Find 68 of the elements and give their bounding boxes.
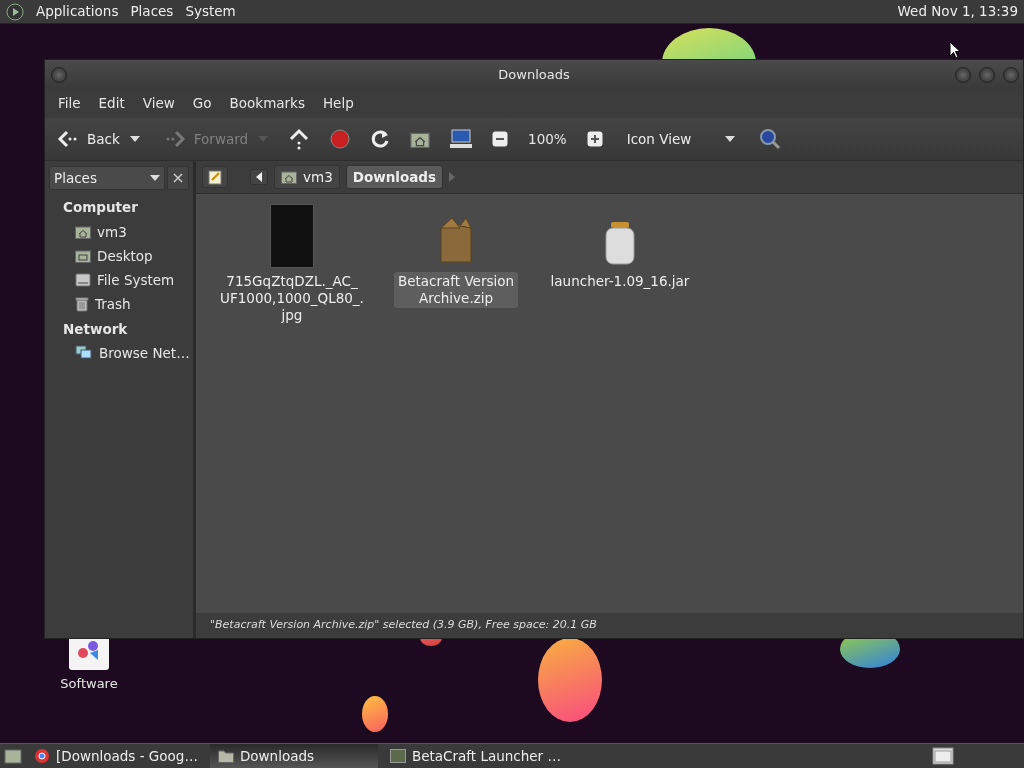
panel-menu[interactable]: Applications <box>36 1 119 22</box>
sidebar-item[interactable]: Browse Net… <box>45 340 193 365</box>
sidebar-heading: Computer <box>62 198 139 218</box>
sidebar-item[interactable]: Desktop <box>45 243 193 268</box>
view-mode-dropdown[interactable]: Icon View <box>622 126 739 152</box>
search-icon[interactable] <box>758 128 781 150</box>
taskbar-item[interactable]: BetaCraft Launcher … <box>381 744 569 768</box>
notepad-icon <box>208 169 222 185</box>
file-name[interactable]: 715GqZtqDZL._AC_ UF1000,1000_QL80_. jpg <box>216 272 368 325</box>
breadcrumb[interactable]: Downloads <box>345 164 443 190</box>
browser-icon <box>34 748 50 764</box>
app-icon <box>389 749 406 763</box>
sidebar-selector[interactable]: Places <box>49 166 165 191</box>
sidebar-heading: Network <box>62 319 129 339</box>
dropdown-caret-icon <box>150 175 160 182</box>
dropdown-caret-icon[interactable] <box>129 136 140 142</box>
window-title: Downloads <box>498 65 570 84</box>
home-folder-icon <box>75 224 91 239</box>
up-arrow-icon[interactable] <box>288 128 311 150</box>
trash-icon <box>75 296 89 312</box>
mouse-pointer-icon <box>949 41 961 59</box>
zoom-in-icon[interactable] <box>586 131 603 147</box>
menu-item[interactable]: File <box>49 93 90 114</box>
file-name[interactable]: launcher-1.09_16.jar <box>546 272 694 291</box>
close-icon <box>173 173 183 184</box>
menu-item[interactable]: Edit <box>89 93 134 114</box>
desktop-icon-label[interactable]: Software <box>60 674 118 694</box>
close-sidebar-button[interactable] <box>167 166 189 191</box>
panel-menu[interactable]: Places <box>130 1 174 22</box>
taskbar-item[interactable]: Downloads <box>209 744 378 768</box>
menu-item[interactable]: View <box>133 93 184 114</box>
reload-icon[interactable] <box>370 129 391 149</box>
minimize-button[interactable] <box>955 66 971 83</box>
network-icon <box>75 345 93 361</box>
dropdown-caret-icon <box>724 136 735 142</box>
zoom-level: 100% <box>528 129 567 149</box>
sidebar-item[interactable]: vm3 <box>45 219 193 244</box>
home-folder-icon <box>281 170 297 184</box>
close-button[interactable] <box>1003 66 1019 83</box>
drive-icon <box>75 273 91 288</box>
folder-icon <box>217 749 234 763</box>
sidebar-item[interactable]: Trash <box>45 292 193 317</box>
breadcrumb[interactable]: vm3 <box>274 164 340 190</box>
desktop-folder-icon <box>75 248 91 263</box>
panel-menu[interactable]: System <box>185 1 236 22</box>
image-thumbnail-placeholder <box>270 204 314 268</box>
breadcrumb-left-button[interactable] <box>250 169 268 185</box>
zoom-out-icon[interactable] <box>492 131 509 147</box>
right-caret-icon <box>449 172 455 182</box>
sidebar-item[interactable]: File System <box>45 268 193 293</box>
stop-icon[interactable] <box>330 129 351 149</box>
back-button[interactable]: Back <box>53 126 124 152</box>
left-caret-icon <box>256 172 262 182</box>
show-desktop-icon <box>4 748 22 764</box>
left-arrow-icon <box>57 129 79 149</box>
taskbar-item[interactable]: [Downloads - Goog… <box>26 744 206 768</box>
workspace-switcher-icon[interactable] <box>932 747 954 765</box>
clock: Wed Nov 1, 13:39 <box>897 2 1018 22</box>
file-name[interactable]: Betacraft Version Archive.zip <box>393 272 519 308</box>
edit-location-button[interactable] <box>202 166 228 188</box>
window-menu-button[interactable] <box>51 66 67 83</box>
home-folder-icon[interactable] <box>410 130 431 148</box>
menu-item[interactable]: Help <box>313 93 363 114</box>
menu-item[interactable]: Go <box>183 93 221 114</box>
maximize-button[interactable] <box>979 66 995 83</box>
wallpaper-bubble <box>362 696 388 732</box>
menu-item[interactable]: Bookmarks <box>220 93 314 114</box>
computer-icon[interactable] <box>450 129 473 149</box>
